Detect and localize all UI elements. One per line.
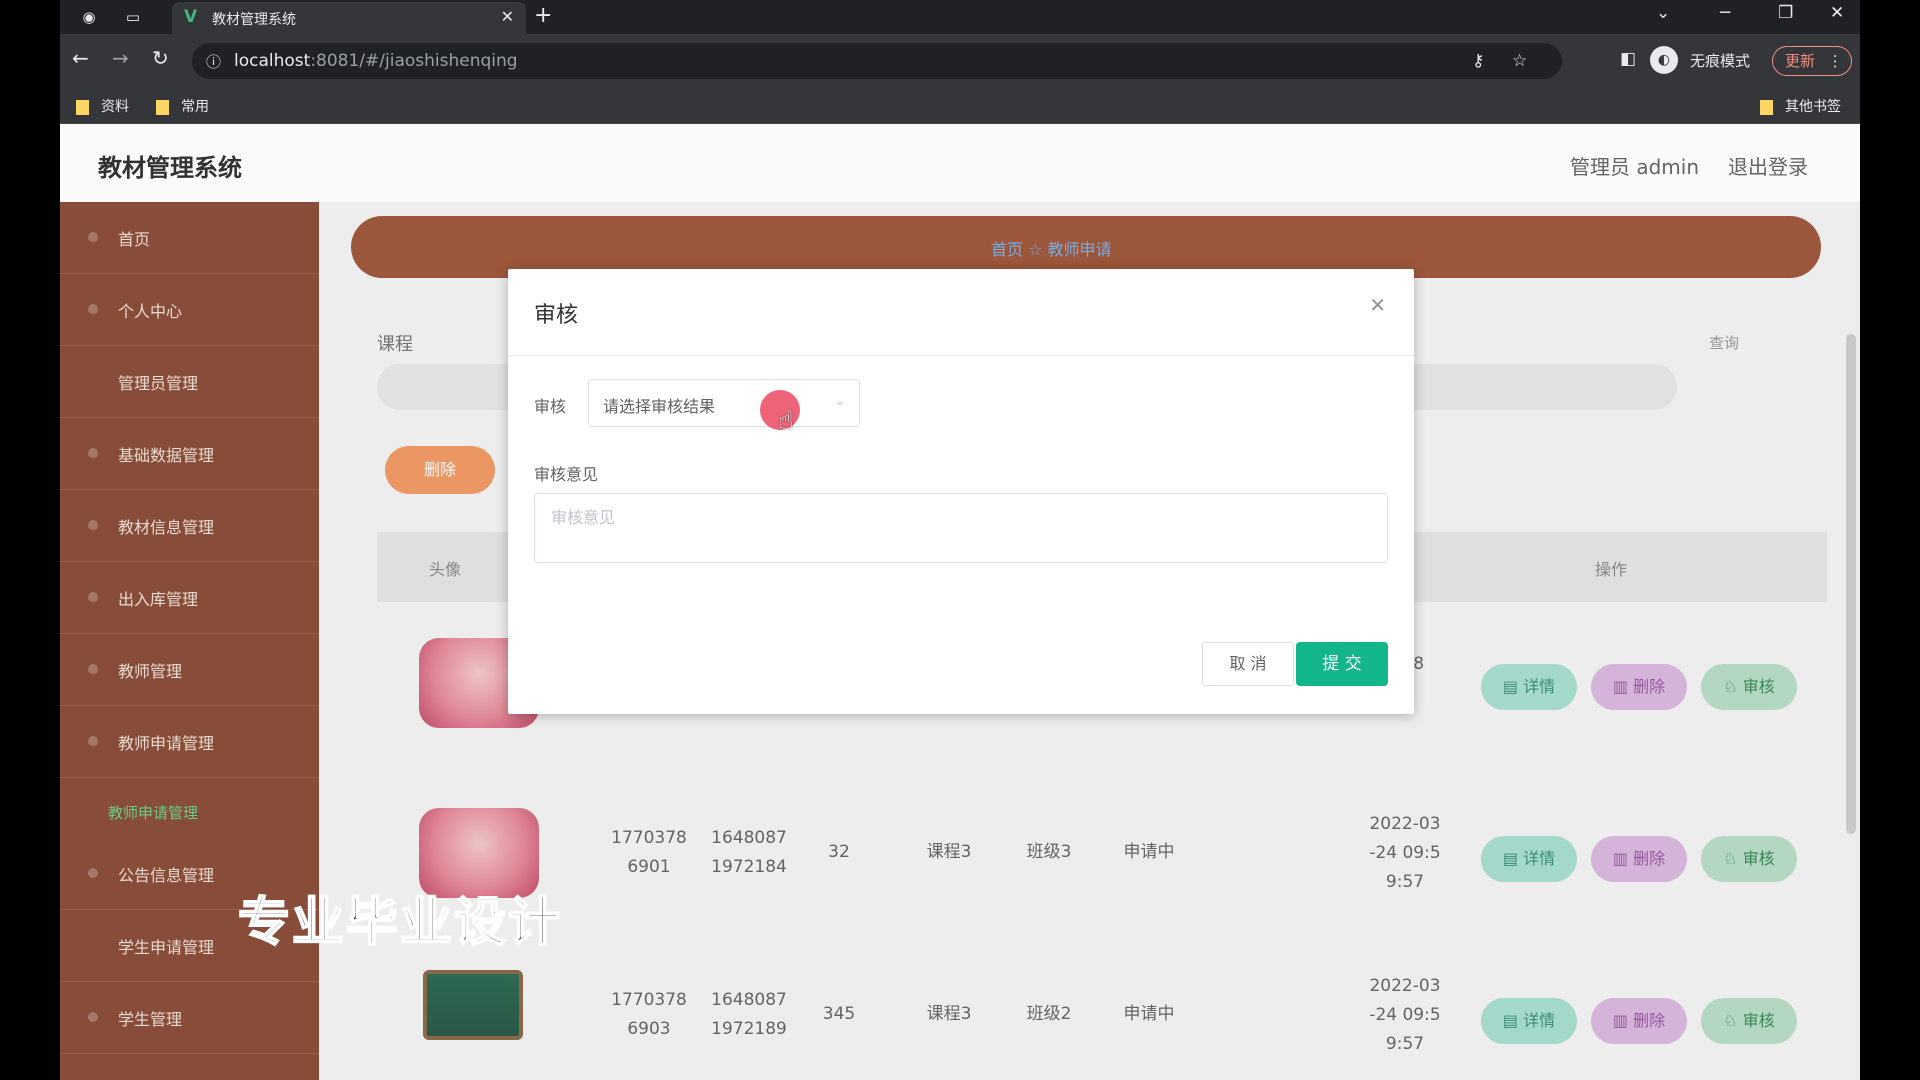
incognito-avatar-icon[interactable]: ◐ (1650, 46, 1678, 74)
incognito-label: 无痕模式 (1690, 52, 1751, 70)
minimize-icon[interactable]: ─ (1720, 3, 1730, 23)
folder-icon (156, 99, 169, 115)
dialog-title: 审核 (534, 303, 579, 328)
url-text: localhost:8081/#/jiaoshishenqing (234, 51, 518, 71)
browser-tab-bar: ◉ ▭ V 教材管理系统 ✕ + ⌄ ─ ❐ ✕ (60, 0, 1860, 34)
bookmark-folder-2[interactable]: 常用 (156, 96, 209, 116)
other-bookmarks[interactable]: 其他书签 (1760, 96, 1841, 116)
address-bar[interactable]: ⓘ localhost:8081/#/jiaoshishenqing ⚷ ☆ (192, 43, 1562, 79)
tab-title: 教材管理系统 (212, 12, 296, 28)
dialog-divider (508, 355, 1414, 356)
reload-icon[interactable]: ↻ (152, 46, 169, 70)
browser-menu-icon[interactable]: ◉ (78, 6, 100, 28)
dialog-close-icon[interactable]: ✕ (1369, 293, 1386, 317)
sidebar-toggle-icon[interactable]: ◧ (1620, 49, 1636, 69)
browser-toolbar: ← → ↻ ⓘ localhost:8081/#/jiaoshishenqing… (60, 34, 1860, 88)
bookmark-folder-1[interactable]: 资料 (76, 96, 129, 116)
back-icon[interactable]: ← (72, 46, 89, 70)
audit-opinion-label: 审核意见 (534, 465, 599, 484)
hand-cursor-icon: ☝ (778, 406, 794, 436)
tab-overview-icon[interactable]: ▭ (122, 6, 144, 28)
chevron-down-icon: ⌄ (834, 394, 845, 408)
video-watermark-text: 专业毕业设计 (237, 892, 563, 954)
folder-icon (76, 99, 89, 115)
forward-icon[interactable]: → (112, 46, 129, 70)
audit-result-select[interactable]: 请选择审核结果 ⌄ (588, 379, 860, 427)
new-tab-icon[interactable]: + (534, 3, 552, 28)
close-window-icon[interactable]: ✕ (1830, 3, 1844, 23)
folder-icon (1760, 99, 1773, 115)
audit-result-placeholder: 请选择审核结果 (603, 397, 716, 416)
tab-search-icon[interactable]: ⌄ (1656, 3, 1670, 23)
screen: ◉ ▭ V 教材管理系统 ✕ + ⌄ ─ ❐ ✕ ← → ↻ ⓘ localho… (60, 0, 1860, 1080)
audit-dialog: 审核 ✕ 审核 请选择审核结果 ⌄ 审核意见 取 消 提 交 (508, 269, 1414, 714)
password-key-icon[interactable]: ⚷ (1472, 51, 1484, 71)
tab-close-icon[interactable]: ✕ (501, 7, 514, 26)
browser-tab-active[interactable]: V 教材管理系统 ✕ (172, 2, 526, 34)
restore-icon[interactable]: ❐ (1778, 3, 1793, 23)
update-button[interactable]: 更新 ⋮ (1772, 46, 1852, 76)
audit-result-label: 审核 (534, 397, 567, 416)
page-scrollbar[interactable] (1846, 334, 1856, 834)
site-info-icon[interactable]: ⓘ (206, 51, 221, 72)
bookmarks-bar: 资料 常用 其他书签 (60, 88, 1860, 124)
cancel-button[interactable]: 取 消 (1202, 642, 1294, 686)
bookmark-star-icon[interactable]: ☆ (1512, 51, 1527, 71)
submit-button[interactable]: 提 交 (1296, 642, 1388, 686)
audit-opinion-textarea[interactable] (534, 493, 1388, 563)
vue-favicon-icon: V (184, 7, 198, 27)
